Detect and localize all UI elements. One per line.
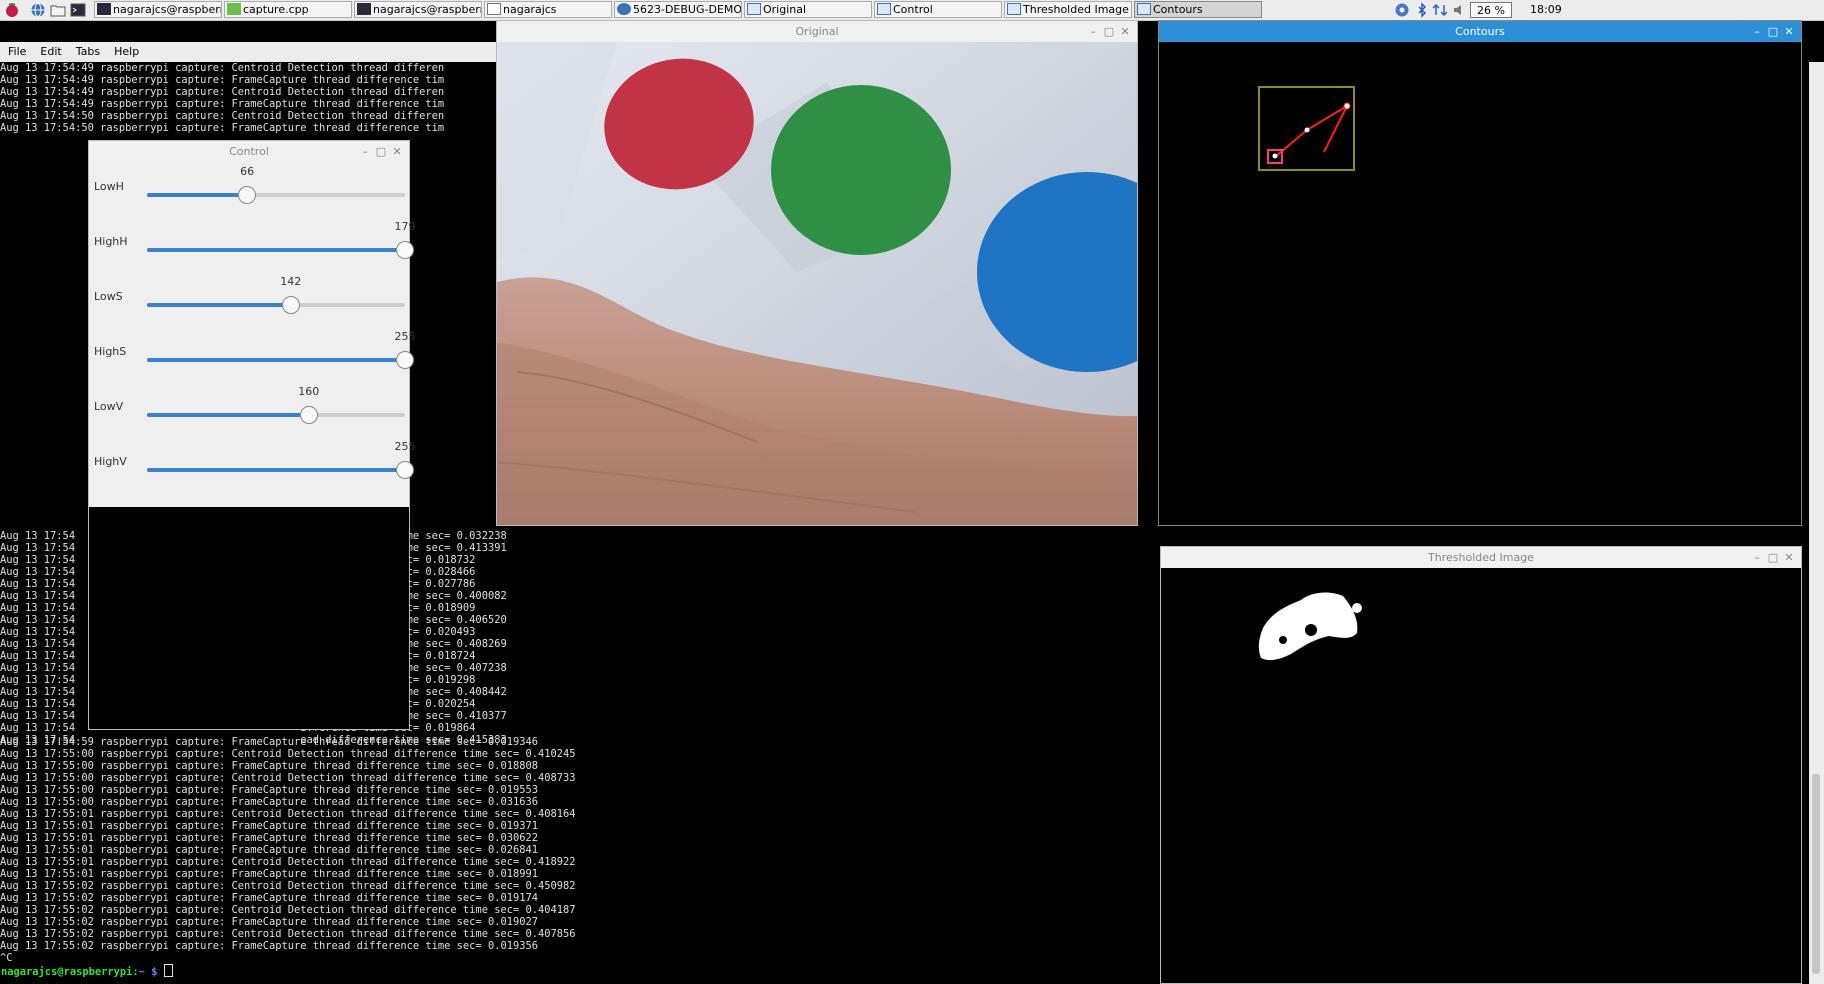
trackbar-lowv[interactable] <box>147 406 405 424</box>
trackbar-label: LowV <box>94 400 124 413</box>
control-titlebar[interactable]: Control – □ ✕ <box>89 141 409 162</box>
raspberry-menu-icon[interactable] <box>4 2 20 18</box>
original-window: Original – □ ✕ <box>496 20 1138 526</box>
minimize-icon[interactable]: – <box>1085 21 1101 42</box>
cpu-monitor[interactable]: 26 % <box>1470 2 1512 18</box>
browser-icon[interactable] <box>30 2 46 18</box>
trackbar-handle[interactable] <box>281 296 300 314</box>
maximize-icon[interactable]: □ <box>1765 21 1781 42</box>
trackbar-value: 179 <box>394 220 416 233</box>
task-capture-cpp[interactable]: capture.cpp <box>224 1 352 18</box>
trackbar-value: 255 <box>394 440 416 453</box>
task-control[interactable]: Control <box>874 1 1002 18</box>
close-icon[interactable]: ✕ <box>389 141 405 162</box>
control-window: Control – □ ✕ LowH 66 HighH 179 LowS 142 HighS 25… <box>88 140 416 730</box>
trackbar-fill <box>147 303 291 307</box>
trackbar-highv[interactable] <box>147 461 414 479</box>
trackbar-value: 255 <box>394 330 416 343</box>
window-icon <box>1007 3 1021 15</box>
window-icon <box>1137 3 1151 15</box>
maximize-icon[interactable]: □ <box>1765 547 1781 568</box>
trackbar-fill <box>147 413 309 417</box>
trackbar-handle[interactable] <box>238 186 257 204</box>
window-icon <box>877 3 891 15</box>
contours-window: Contours – □ ✕ <box>1158 20 1802 526</box>
close-icon[interactable]: ✕ <box>1781 547 1797 568</box>
task-terminal-2[interactable]: nagarajcs@raspberrypi: ~ <box>354 1 482 18</box>
terminal-menubar: File Edit Tabs Help <box>0 42 497 62</box>
clock[interactable]: 18:09 <box>1530 2 1562 18</box>
contours-titlebar[interactable]: Contours – □ ✕ <box>1159 21 1801 42</box>
volume-icon[interactable] <box>1452 2 1468 18</box>
chromium-icon <box>617 3 631 15</box>
folder-icon[interactable] <box>50 2 66 18</box>
menu-edit[interactable]: Edit <box>40 45 61 58</box>
terminal-icon <box>97 3 111 15</box>
trackbar-fill <box>147 468 405 472</box>
contours-canvas <box>1159 42 1801 525</box>
terminal-icon <box>357 3 371 15</box>
menu-tabs[interactable]: Tabs <box>76 45 100 58</box>
thresholded-titlebar[interactable]: Thresholded Image – □ ✕ <box>1161 547 1801 568</box>
green-marker <box>771 85 951 255</box>
trackbar-fill <box>147 358 405 362</box>
terminal-scrollbar[interactable] <box>1809 62 1824 984</box>
trackbar-value: 66 <box>240 165 255 178</box>
trackbar-panel: LowH 66 HighH 179 LowS 142 HighS 255 LowV 160 High… <box>89 162 416 507</box>
close-icon[interactable]: ✕ <box>1781 21 1797 42</box>
trackbar-handle[interactable] <box>299 406 318 424</box>
trackbar-label: LowS <box>94 290 123 303</box>
trackbar-fill <box>147 193 248 197</box>
minimize-icon[interactable]: – <box>357 141 373 162</box>
camera-frame <box>497 42 1137 525</box>
centroid-point <box>1304 127 1310 133</box>
trackbar-highs[interactable] <box>147 351 414 369</box>
maximize-icon[interactable]: □ <box>1101 21 1117 42</box>
trackbar-highh[interactable] <box>147 241 414 259</box>
task-terminal-1[interactable]: nagarajcs@raspberrypi: ... <box>94 1 222 18</box>
trackbar-handle[interactable] <box>396 461 414 479</box>
bluetooth-icon[interactable] <box>1414 2 1430 18</box>
trackbar-label: LowH <box>94 180 124 193</box>
task-browser[interactable]: 5623-DEBUG-DEMO-sche... <box>614 1 742 18</box>
trackbar-label: HighS <box>94 345 127 358</box>
network-icon[interactable] <box>1432 2 1448 18</box>
centroid-point <box>1343 102 1351 110</box>
text-cursor <box>163 964 173 977</box>
centroid-point <box>1272 153 1278 159</box>
task-thresholded[interactable]: Thresholded Image <box>1004 1 1132 18</box>
task-contours[interactable]: Contours <box>1134 1 1262 18</box>
folder-icon <box>487 3 501 15</box>
terminal-icon[interactable] <box>70 2 86 18</box>
trackbar-lows[interactable] <box>147 296 405 314</box>
terminal-log-bottom: Aug 13 17:54:59 raspberrypi capture: Fra… <box>0 736 576 964</box>
thresholded-window: Thresholded Image – □ ✕ <box>1160 546 1802 984</box>
minimize-icon[interactable]: – <box>1749 547 1765 568</box>
trackbar-label: HighV <box>94 455 127 468</box>
terminal-log-top: Aug 13 17:54:49 raspberrypi capture: Cen… <box>0 62 445 134</box>
task-original[interactable]: Original <box>744 1 872 18</box>
close-icon[interactable]: ✕ <box>1117 21 1133 42</box>
trackbar-fill <box>147 248 405 252</box>
maximize-icon[interactable]: □ <box>373 141 389 162</box>
editor-icon <box>227 3 241 15</box>
menu-file[interactable]: File <box>8 45 26 58</box>
threshold-mask <box>1161 568 1801 983</box>
chromium-tray-icon[interactable] <box>1394 2 1410 18</box>
menu-help[interactable]: Help <box>114 45 139 58</box>
minimize-icon[interactable]: – <box>1749 21 1765 42</box>
window-icon <box>747 3 761 15</box>
original-titlebar[interactable]: Original – □ ✕ <box>497 21 1137 42</box>
scrollbar-thumb[interactable] <box>1812 774 1820 974</box>
terminal-prompt[interactable]: nagarajcs@raspberrypi:~ $ <box>1 964 173 978</box>
trackbar-lowh[interactable] <box>147 186 405 204</box>
trackbar-value: 142 <box>280 275 302 288</box>
trackbar-label: HighH <box>94 235 128 248</box>
task-file-manager[interactable]: nagarajcs <box>484 1 612 18</box>
trackbar-handle[interactable] <box>396 351 414 369</box>
trackbar-value: 160 <box>298 385 320 398</box>
taskbar: nagarajcs@raspberrypi: ... capture.cpp n… <box>0 0 1824 21</box>
trackbar-handle[interactable] <box>396 241 414 259</box>
